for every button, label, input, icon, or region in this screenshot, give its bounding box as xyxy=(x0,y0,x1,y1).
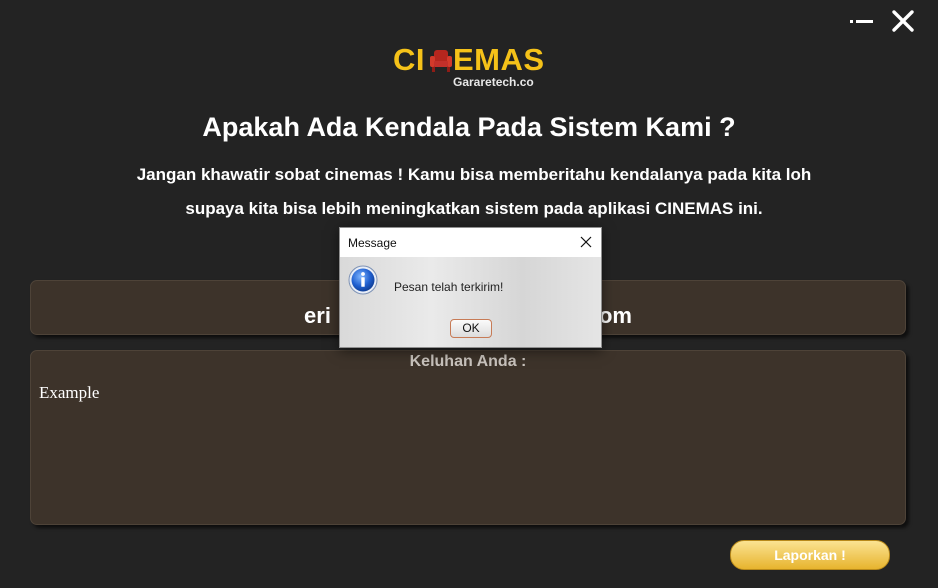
minimize-icon xyxy=(850,20,853,23)
logo-text-right: EMAS xyxy=(453,42,545,77)
page-title: Apakah Ada Kendala Pada Sistem Kami ? xyxy=(202,112,736,142)
email-value-right: om xyxy=(598,303,632,328)
message-dialog: Message Pesan telah terkirim! OK xyxy=(339,227,602,348)
app-logo: CI EMAS Gararetech.co xyxy=(393,42,553,92)
complaint-panel: Keluhan Anda : Example xyxy=(30,350,906,525)
minimize-button[interactable] xyxy=(850,12,876,30)
cinema-seat-icon xyxy=(430,50,452,72)
description-line-2: supaya kita bisa lebih meningkatkan sist… xyxy=(185,199,763,218)
dialog-close-icon[interactable] xyxy=(579,235,593,249)
logo-text-left: CI xyxy=(393,42,425,77)
info-icon xyxy=(348,265,378,295)
close-button[interactable] xyxy=(890,8,916,34)
page-description: Jangan khawatir sobat cinemas ! Kamu bis… xyxy=(80,158,868,226)
description-line-1: Jangan khawatir sobat cinemas ! Kamu bis… xyxy=(136,165,812,184)
dialog-titlebar: Message xyxy=(340,228,601,257)
complaint-input[interactable]: Example xyxy=(37,381,901,521)
ok-button[interactable]: OK xyxy=(450,319,492,338)
logo-subtitle: Gararetech.co xyxy=(453,75,534,89)
report-button[interactable]: Laporkan ! xyxy=(730,540,890,570)
email-value-left: eri xyxy=(304,303,331,328)
dialog-message: Pesan telah terkirim! xyxy=(394,280,504,294)
dialog-title: Message xyxy=(348,236,397,250)
complaint-label: Keluhan Anda : xyxy=(409,353,527,370)
close-icon xyxy=(892,10,914,32)
dialog-body: Pesan telah terkirim! OK xyxy=(340,257,601,347)
